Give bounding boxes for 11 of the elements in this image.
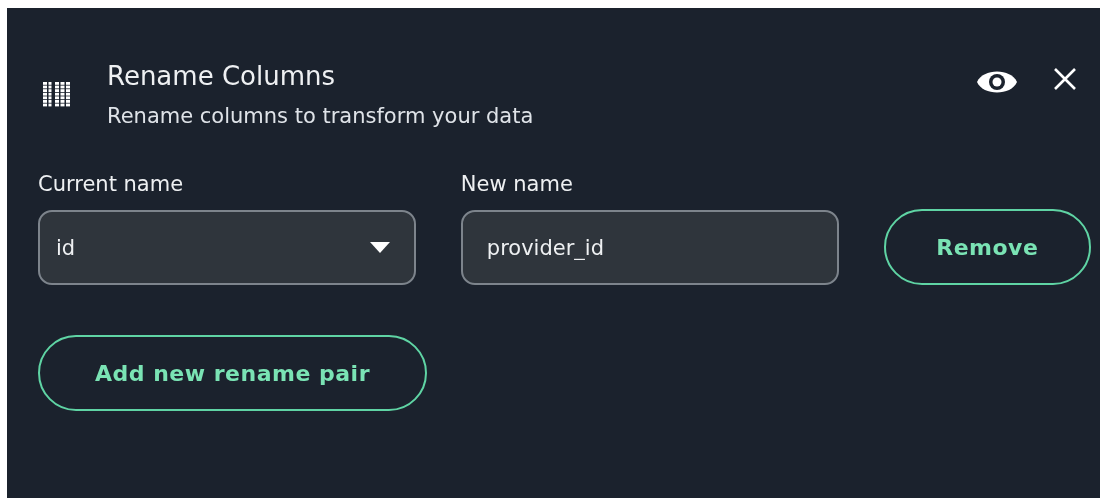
close-icon[interactable] <box>1053 67 1077 91</box>
column-select[interactable]: id <box>38 210 416 285</box>
panel-subtitle: Rename columns to transform your data <box>107 103 535 130</box>
caret-icon <box>369 242 390 253</box>
panel-title: Rename Columns <box>107 60 336 92</box>
add-pair-button[interactable]: Add new rename pair <box>38 335 427 411</box>
remove-button[interactable]: Remove <box>883 209 1091 285</box>
input-field[interactable]: provider_id <box>460 210 839 285</box>
field-label: New name <box>460 171 574 198</box>
field-label: Current name <box>38 171 185 198</box>
table-icon <box>43 82 70 107</box>
